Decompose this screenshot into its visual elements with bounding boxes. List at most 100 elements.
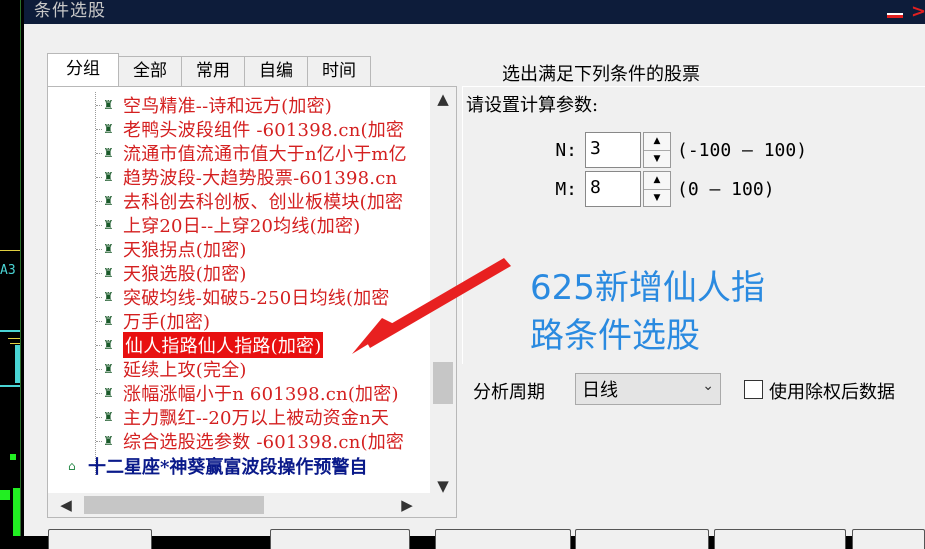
tree-item[interactable]: ♜ 综合选股选参数 -601398.cn(加密: [96, 429, 404, 453]
period-label: 分析周期: [473, 382, 545, 403]
tree-item-label: 老鸭头波段组件 -601398.cn(加密: [123, 120, 405, 141]
chart-mark: [0, 490, 10, 500]
scroll-left-icon[interactable]: ◀: [54, 493, 78, 517]
left-chart-strip: A3: [0, 0, 24, 536]
tree-item-label: 天狼选股(加密): [123, 264, 247, 285]
arrow-shaft: [365, 258, 511, 348]
tree-item[interactable]: ♜ 天狼选股(加密): [96, 261, 247, 285]
tree-item-label: 去科创去科创板、创业板模块(加密: [123, 192, 404, 213]
tree-item[interactable]: ♜ 流通市值流通市值大于n亿小于m亿: [96, 141, 407, 165]
tree-item-label: 天狼拐点(加密): [123, 240, 247, 261]
tree-item-selected[interactable]: ♜ 仙人指路仙人指路(加密): [96, 332, 324, 358]
tree-item[interactable]: ♜ 上穿20日--上穿20均线(加密): [96, 213, 360, 237]
formula-icon: ♜: [103, 433, 114, 448]
parameter-title: 请设置计算参数:: [466, 95, 599, 116]
chart-label: A3: [0, 263, 16, 278]
formula-icon: ♜: [103, 289, 114, 304]
tree-item-label: 空鸟精准--诗和远方(加密): [123, 96, 333, 117]
param-label: M:: [555, 178, 577, 200]
param-label: N:: [555, 139, 577, 161]
chart-axis-line: [20, 0, 21, 536]
scroll-thumb-horizontal[interactable]: [84, 496, 264, 514]
formula-icon: ♜: [103, 169, 114, 184]
close-button[interactable]: >: [911, 2, 925, 22]
tree-item[interactable]: ♜ 万手(加密): [96, 309, 210, 333]
bottom-button[interactable]: [270, 529, 410, 549]
formula-icon: ♜: [103, 385, 114, 400]
folder-icon: ⌂: [68, 459, 76, 473]
adjust-checkbox[interactable]: [744, 380, 763, 399]
chevron-down-icon: ⌄: [702, 378, 714, 394]
bottom-button[interactable]: [435, 529, 571, 549]
formula-icon: ♜: [103, 145, 114, 160]
formula-icon: ♜: [103, 361, 114, 376]
formula-icon: ♜: [103, 241, 114, 256]
spin-up-icon[interactable]: ▲: [644, 172, 670, 190]
spin-down-icon[interactable]: ▼: [644, 190, 670, 207]
tree-item[interactable]: ♜ 延续上攻(完全): [96, 357, 247, 381]
tree-group[interactable]: ⌂ 十二星座*神葵赢富波段操作预警自: [68, 454, 367, 478]
tree-item[interactable]: ♜ 涨幅涨幅小于n 601398.cn(加密): [96, 381, 399, 405]
annotation-line-1: 625新增仙人指: [530, 268, 765, 308]
param-range: (0 — 100): [677, 178, 775, 200]
tab-custom[interactable]: 自编: [244, 56, 308, 86]
condition-header: 选出满足下列条件的股票: [502, 64, 700, 85]
tree-item-label: 仙人指路仙人指路(加密): [123, 332, 324, 358]
tree-horizontal-scrollbar[interactable]: ◀ ▶: [48, 493, 431, 517]
bottom-button[interactable]: [852, 529, 925, 549]
bottom-button[interactable]: [575, 529, 709, 549]
tree-group-label: 十二星座*神葵赢富波段操作预警自: [88, 457, 368, 478]
category-tabs: 分组 全部 常用 自编 时间: [47, 53, 371, 86]
chart-mark: [0, 385, 20, 387]
tree-item-label: 上穿20日--上穿20均线(加密): [123, 216, 361, 237]
tree-item-label: 流通市值流通市值大于n亿小于m亿: [123, 144, 407, 165]
annotation-line-2: 路条件选股: [530, 316, 700, 356]
scroll-right-icon[interactable]: ▶: [395, 493, 419, 517]
tree-item[interactable]: ♜ 空鸟精准--诗和远方(加密): [96, 93, 332, 117]
param-range: (-100 — 100): [677, 139, 808, 161]
tree-item[interactable]: ♜ 去科创去科创板、创业板模块(加密: [96, 189, 403, 213]
tree-item-label: 万手(加密): [123, 312, 211, 333]
tab-all[interactable]: 全部: [118, 56, 182, 86]
tree-item-label: 延续上攻(完全): [123, 360, 247, 381]
tree-item[interactable]: ♜ 天狼拐点(加密): [96, 237, 247, 261]
period-value: 日线: [582, 380, 618, 401]
tree-item-label: 综合选股选参数 -601398.cn(加密: [123, 432, 405, 453]
scroll-thumb[interactable]: [433, 362, 453, 404]
param-row-n: N: 3 ▲ ▼ (-100 — 100): [541, 132, 807, 168]
param-n-spinner[interactable]: ▲ ▼: [643, 132, 671, 168]
period-select[interactable]: 日线 ⌄: [575, 373, 721, 405]
formula-icon: ♜: [103, 409, 114, 424]
tab-time[interactable]: 时间: [307, 56, 371, 86]
tree-item[interactable]: ♜ 趋势波段-大趋势股票-601398.cn: [96, 165, 397, 189]
scroll-up-icon[interactable]: ▲: [430, 87, 456, 111]
chart-mark: [13, 488, 20, 536]
param-n-input[interactable]: 3: [585, 132, 641, 168]
tab-group[interactable]: 分组: [47, 53, 119, 86]
chart-mark: [0, 250, 20, 251]
chart-mark: [10, 454, 16, 460]
formula-icon: ♜: [103, 337, 114, 352]
param-m-spinner[interactable]: ▲ ▼: [643, 171, 671, 207]
tree-item[interactable]: ♜ 主力飘红--20万以上被动资金n天: [96, 405, 389, 429]
spin-up-icon[interactable]: ▲: [644, 133, 670, 151]
bottom-button[interactable]: [714, 529, 846, 549]
tab-common[interactable]: 常用: [181, 56, 245, 86]
spin-down-icon[interactable]: ▼: [644, 151, 670, 168]
tree-item-label: 趋势波段-大趋势股票-601398.cn: [123, 168, 398, 189]
window-title: 条件选股: [34, 1, 106, 21]
param-m-input[interactable]: 8: [585, 171, 641, 207]
formula-icon: ♜: [103, 313, 114, 328]
tree-item-label: 主力飘红--20万以上被动资金n天: [123, 408, 390, 429]
chart-mark: [10, 343, 20, 344]
chart-mark: [8, 338, 20, 339]
tree-item[interactable]: ♜ 老鸭头波段组件 -601398.cn(加密: [96, 117, 404, 141]
arrow-head: [352, 318, 398, 354]
formula-icon: ♜: [103, 193, 114, 208]
param-row-m: M: 8 ▲ ▼ (0 — 100): [541, 171, 775, 207]
chart-mark: [15, 345, 20, 383]
adjust-label: 使用除权后数据: [769, 382, 895, 403]
minimize-button[interactable]: [887, 13, 903, 18]
chart-mark: [0, 330, 20, 332]
bottom-button[interactable]: [48, 529, 152, 549]
